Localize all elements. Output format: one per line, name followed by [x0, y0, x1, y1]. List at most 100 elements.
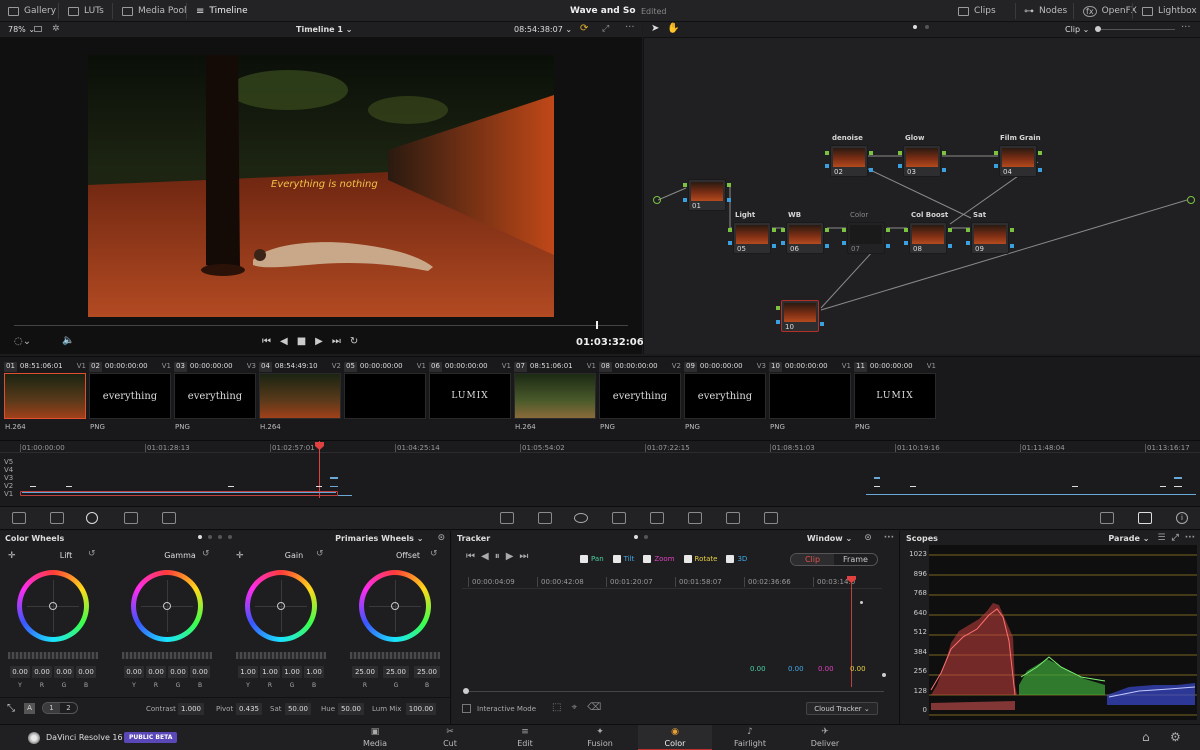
point-select-icon[interactable]: ⬚ — [552, 702, 571, 713]
scope-type-select[interactable]: Parade ⌄ — [1108, 534, 1149, 543]
master-wheel-slider[interactable] — [236, 652, 326, 659]
track-reverse-frame-icon[interactable]: ⏮ — [466, 551, 481, 562]
wheel-reset-icon[interactable]: ↺ — [430, 549, 438, 559]
timeline-v1-clip[interactable] — [866, 494, 1196, 495]
window-icon[interactable] — [574, 513, 588, 523]
keyframes-icon[interactable] — [1100, 512, 1114, 524]
node-05[interactable]: 05 — [733, 222, 771, 254]
color-wheels-icon[interactable] — [86, 512, 98, 524]
contrast-field[interactable]: 1.000 — [178, 703, 204, 715]
fullscreen-icon[interactable]: ⤢ — [602, 24, 609, 34]
play-icon[interactable]: ▶ — [315, 336, 332, 347]
wheel-picker-icon[interactable]: ✛ — [236, 551, 244, 561]
wheel-value-field[interactable]: 25.00 — [383, 666, 409, 678]
wheel-value-field[interactable]: 1.00 — [282, 666, 302, 678]
cloud-tracker-select[interactable]: Cloud Tracker ⌄ — [806, 702, 878, 715]
node-zoom-slider[interactable] — [1095, 29, 1175, 30]
page-fairlight[interactable]: ♪ Fairlight — [713, 725, 787, 750]
viewer-layout-icon[interactable] — [34, 26, 42, 32]
timeline-ruler[interactable]: 01:00:00:00 01:01:28:13 01:02:57:01 01:04:2… — [0, 441, 1200, 453]
pan-checkbox[interactable]: Pan — [580, 555, 604, 563]
page-color[interactable]: ◉ Color — [638, 725, 712, 750]
scrubber-playhead[interactable] — [596, 321, 598, 329]
clip-thumbnail-06[interactable]: 06 00:00:00:00 V1 LUMIX — [429, 362, 511, 436]
node-06[interactable]: 06 — [786, 222, 824, 254]
node-04[interactable]: 04 — [999, 145, 1037, 177]
last-frame-icon[interactable]: ⏭ — [332, 336, 350, 347]
wheel-reset-icon[interactable]: ↺ — [316, 549, 324, 559]
node-01[interactable]: 01 — [688, 179, 726, 211]
wheel-value-field[interactable]: 0.00 — [190, 666, 210, 678]
tracker-scrollbar[interactable] — [464, 691, 884, 692]
3d-checkbox[interactable]: 3D — [726, 555, 747, 563]
wheel-picker-icon[interactable]: ✛ — [8, 551, 16, 561]
master-wheel-slider[interactable] — [8, 652, 98, 659]
first-frame-icon[interactable]: ⏮ — [262, 336, 280, 347]
wheel-value-field[interactable]: 0.00 — [124, 666, 144, 678]
wheel-value-field[interactable]: 0.00 — [10, 666, 30, 678]
tracker-more-icon[interactable]: ··· — [884, 533, 894, 543]
tracker-icon[interactable] — [612, 512, 626, 524]
node-03[interactable]: 03 — [903, 145, 941, 177]
clip-thumbnail-04[interactable]: 04 08:54:49:10 V2 H.264 — [259, 362, 341, 436]
wheel-value-field[interactable]: 25.00 — [414, 666, 440, 678]
wheel-value-field[interactable]: 1.00 — [260, 666, 280, 678]
wheel-value-field[interactable]: 25.00 — [352, 666, 378, 678]
viewer-options-icon[interactable]: ◌⌄ — [14, 336, 31, 347]
zoom-select[interactable]: 78% ⌄ — [8, 25, 35, 34]
3d-icon[interactable] — [764, 512, 778, 524]
wheel-value-field[interactable]: 0.00 — [146, 666, 166, 678]
info-icon[interactable]: i — [1176, 512, 1188, 524]
track-reverse-icon[interactable]: ◀ — [481, 551, 495, 562]
nodes-button[interactable]: ⊶ Nodes — [1024, 0, 1067, 22]
delete-point-icon[interactable]: ⌫ — [587, 702, 611, 713]
node-mode-select[interactable]: Clip ⌄ — [1065, 25, 1089, 34]
clip-thumbnail-08[interactable]: 08 00:00:00:00 V2 everything PNG — [599, 362, 681, 436]
page-deliver[interactable]: ✈ Deliver — [788, 725, 862, 750]
tracker-mode-select[interactable]: Window ⌄ — [807, 534, 852, 543]
node-more-icon[interactable]: ··· — [1181, 22, 1191, 33]
rotate-checkbox[interactable]: Rotate — [683, 555, 717, 563]
wheel-value-field[interactable]: 0.00 — [76, 666, 96, 678]
page-switcher[interactable]: 1 2 — [42, 702, 78, 714]
clip-thumbnail-03[interactable]: 03 00:00:00:00 V3 everything PNG — [174, 362, 256, 436]
camera-raw-icon[interactable] — [12, 512, 26, 524]
wheel-value-field[interactable]: 1.00 — [304, 666, 324, 678]
auto-balance-button[interactable]: A — [24, 703, 35, 714]
clip-thumbnail-10[interactable]: 10 00:00:00:00 V1 PNG — [769, 362, 851, 436]
hand-icon[interactable]: ✋ — [667, 23, 679, 34]
rgb-mixer-icon[interactable] — [124, 512, 138, 524]
color-match-icon[interactable] — [50, 512, 64, 524]
tracker-ruler[interactable]: 00:00:04:09 00:00:42:08 00:01:20:07 00:01:5… — [462, 575, 882, 589]
wheels-mode-select[interactable]: Primaries Wheels ⌄ — [335, 534, 423, 543]
wheel-value-field[interactable]: 1.00 — [238, 666, 258, 678]
page-media[interactable]: ▣ Media — [338, 725, 412, 750]
loop-icon[interactable]: ⟳ — [580, 23, 588, 34]
clip-thumbnail-09[interactable]: 09 00:00:00:00 V3 everything PNG — [684, 362, 766, 436]
picker-icon[interactable]: ⤡ — [7, 703, 15, 714]
scrubber-track[interactable] — [14, 325, 628, 326]
page-cut[interactable]: ✂ Cut — [413, 725, 487, 750]
frame-toggle[interactable]: Frame — [834, 554, 877, 565]
reverse-icon[interactable]: ◀ — [280, 336, 297, 347]
scope-settings-icon[interactable]: ☰ — [1157, 533, 1165, 543]
openfx-button[interactable]: fx OpenFX — [1083, 0, 1137, 22]
scopes-icon[interactable] — [1138, 512, 1152, 524]
clip-thumbnail-02[interactable]: 02 00:00:00:00 V1 everything PNG — [89, 362, 171, 436]
page-edit[interactable]: ≡ Edit — [488, 725, 562, 750]
clip-frame-toggle[interactable]: Clip Frame — [790, 553, 878, 566]
settings-gear-icon[interactable]: ⚙ — [1170, 730, 1181, 744]
track-pause-icon[interactable]: ⏸ — [495, 551, 506, 562]
track-forward-icon[interactable]: ▶ — [506, 551, 520, 562]
qualifier-icon[interactable] — [538, 512, 552, 524]
luts-button[interactable]: LUTs — [68, 0, 104, 22]
clip-thumbnail-07[interactable]: 07 08:51:06:01 V1 H.264 — [514, 362, 596, 436]
volume-icon[interactable]: 🔈 — [62, 335, 74, 346]
wheel-value-field[interactable]: 0.00 — [32, 666, 52, 678]
node-09[interactable]: 09 — [971, 222, 1009, 254]
sizing-icon[interactable] — [726, 512, 740, 524]
wheel-reset-icon[interactable]: ↺ — [202, 549, 210, 559]
motion-effects-icon[interactable] — [162, 512, 176, 524]
hue-field[interactable]: 50.00 — [338, 703, 364, 715]
lightbox-button[interactable]: Lightbox — [1142, 0, 1197, 22]
